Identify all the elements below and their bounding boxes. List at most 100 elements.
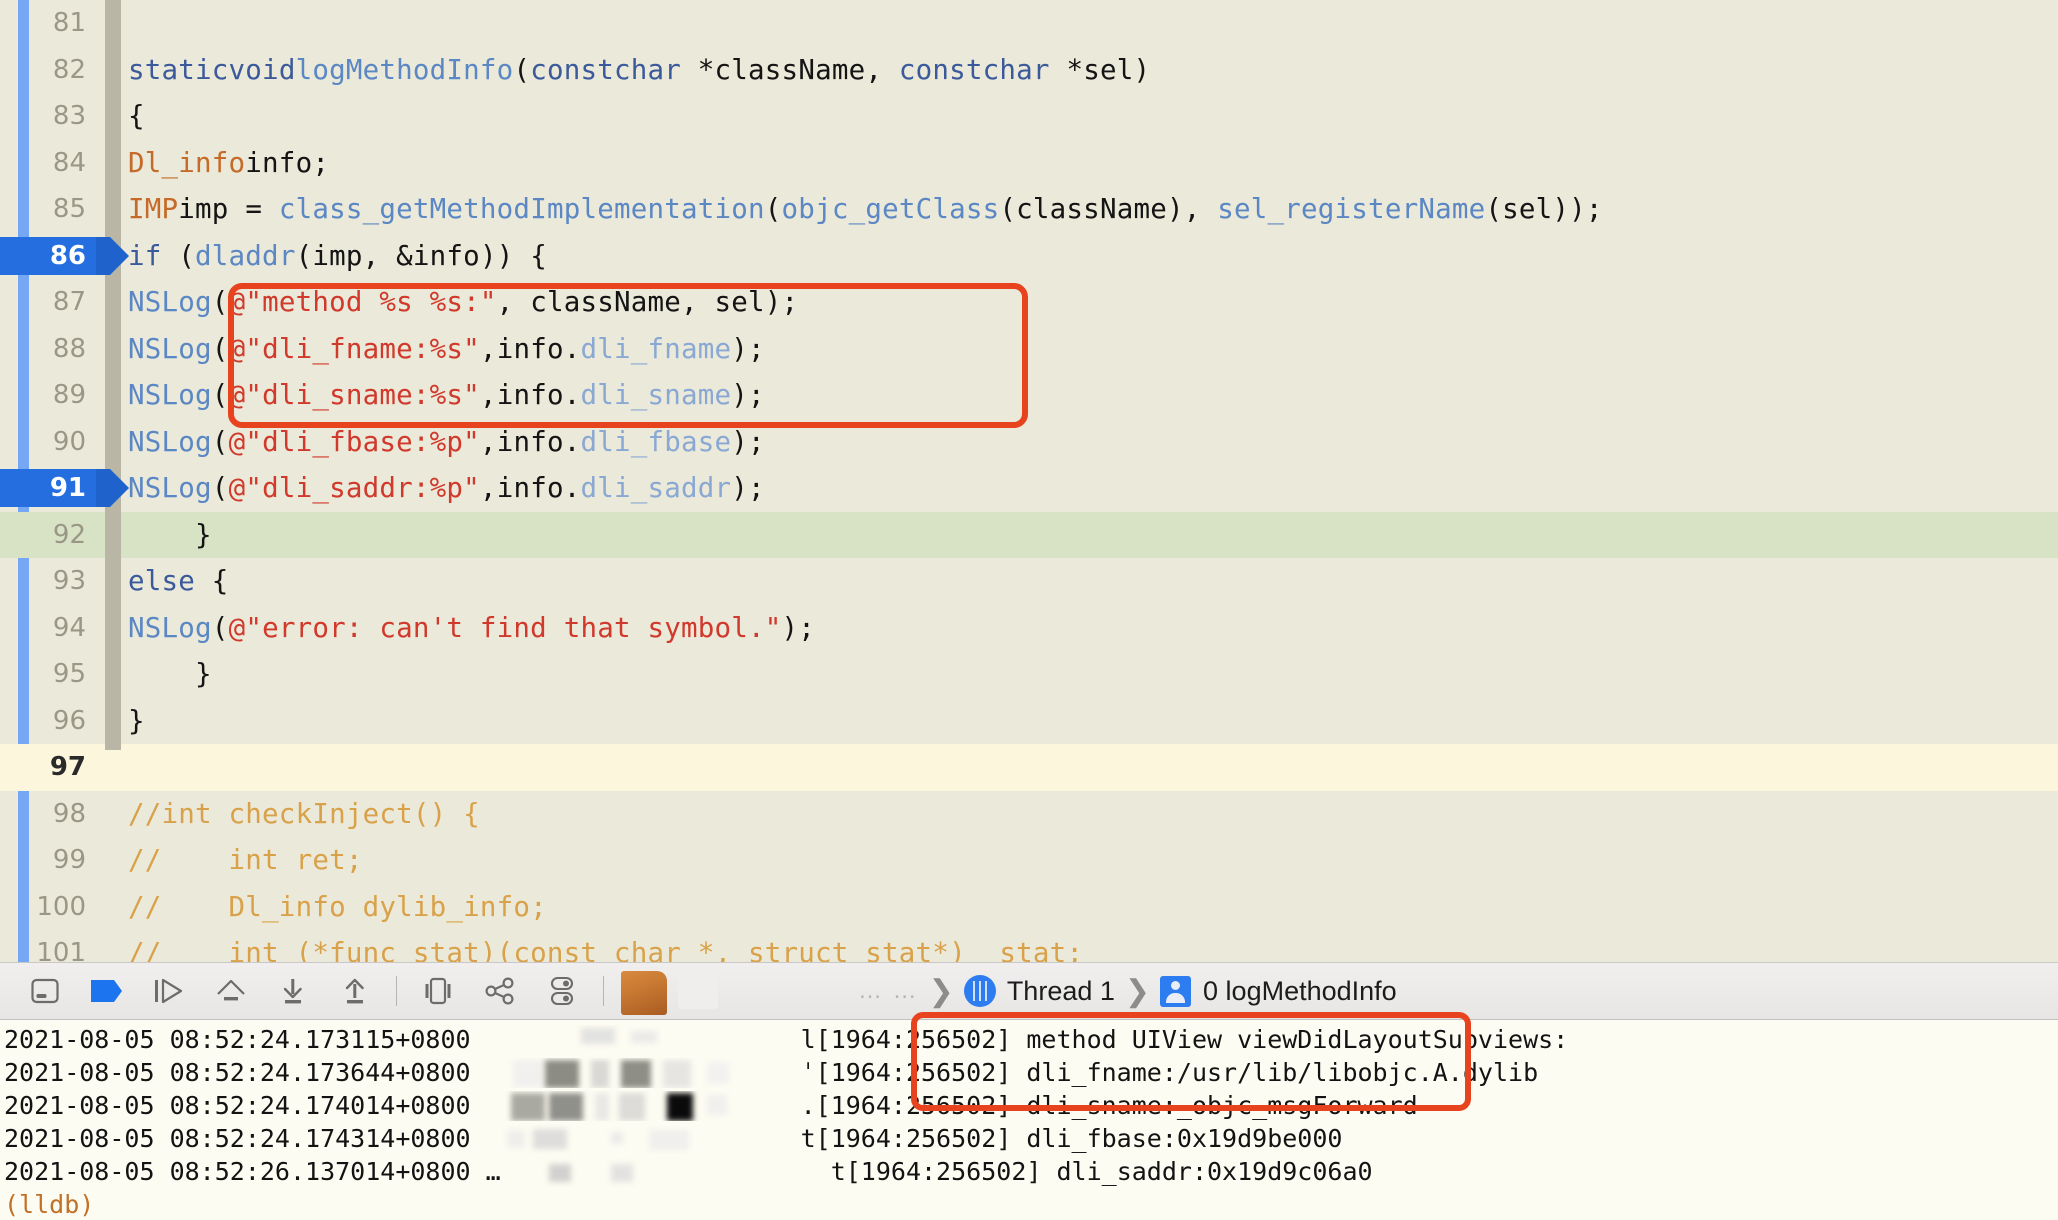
console-message: dli_saddr:0x19d9c06a0 bbox=[1056, 1157, 1372, 1186]
step-over-button[interactable] bbox=[200, 965, 262, 1017]
step-into-icon bbox=[276, 976, 310, 1006]
code-text: if (dladdr(imp, &info)) { bbox=[128, 233, 547, 280]
line-number[interactable]: 87 bbox=[0, 279, 100, 326]
code-text: static void logMethodInfo(const char *cl… bbox=[128, 47, 1150, 94]
code-line[interactable]: 99 // int ret; bbox=[0, 837, 2058, 884]
code-line[interactable]: 93 else { bbox=[0, 558, 2058, 605]
console-timestamp: 2021-08-05 08:52:24.173115+0800 bbox=[4, 1025, 471, 1054]
code-line[interactable]: 83 { bbox=[0, 93, 2058, 140]
debug-bar[interactable]: … … ❯ Thread 1 ❯ 0 logMethodInfo bbox=[0, 962, 2058, 1020]
thread-icon bbox=[964, 975, 996, 1007]
line-number[interactable]: 100 bbox=[0, 884, 100, 931]
code-text: // int ret; bbox=[128, 837, 363, 884]
line-number[interactable]: 82 bbox=[0, 47, 100, 94]
lldb-prompt-line[interactable]: (lldb) bbox=[0, 1188, 2058, 1220]
code-line[interactable]: 92 } bbox=[0, 512, 2058, 559]
line-number[interactable]: 89 bbox=[0, 372, 100, 419]
line-number[interactable]: 90 bbox=[0, 419, 100, 466]
code-text: { bbox=[128, 93, 145, 140]
console-message: dli_sname:_objc_msgForward bbox=[1026, 1091, 1417, 1120]
code-line[interactable]: 97 bbox=[0, 744, 2058, 791]
code-text: Dl_info info; bbox=[128, 140, 329, 187]
console-message: method UIView viewDidLayoutSubviews: bbox=[1026, 1025, 1568, 1054]
step-out-button[interactable] bbox=[324, 965, 386, 1017]
breadcrumb-frame-label[interactable]: 0 logMethodInfo bbox=[1203, 976, 1397, 1007]
line-number[interactable]: 88 bbox=[0, 326, 100, 373]
xcode-debug-window: 8182 static void logMethodInfo(const char… bbox=[0, 0, 2058, 1220]
code-line[interactable]: 85 IMP imp = class_getMethodImplementati… bbox=[0, 186, 2058, 233]
console-pid: .[1964:256502] bbox=[801, 1091, 1027, 1120]
console-line[interactable]: 2021-08-05 08:52:24.173115+0800 l[1964:25… bbox=[0, 1023, 2058, 1056]
breadcrumb-ellipsis: … … bbox=[858, 977, 919, 1005]
line-number[interactable]: 101 bbox=[0, 930, 100, 962]
line-number[interactable]: 94 bbox=[0, 605, 100, 652]
breadcrumb-thread-label[interactable]: Thread 1 bbox=[1007, 976, 1115, 1007]
code-line[interactable]: 86 if (dladdr(imp, &info)) { bbox=[0, 233, 2058, 280]
line-number[interactable]: 93 bbox=[0, 558, 100, 605]
line-number[interactable]: 99 bbox=[0, 837, 100, 884]
line-number[interactable]: 86 bbox=[0, 233, 100, 280]
code-text: NSLog(@"error: can't find that symbol.")… bbox=[128, 605, 815, 652]
code-text: } bbox=[128, 698, 145, 745]
line-number[interactable]: 96 bbox=[0, 698, 100, 745]
code-fold-ribbon[interactable] bbox=[105, 0, 121, 750]
code-text: NSLog(@"method %s %s:", className, sel); bbox=[128, 279, 798, 326]
console-output[interactable]: 2021-08-05 08:52:24.173115+0800 l[1964:25… bbox=[0, 1023, 2058, 1188]
toggles-icon bbox=[547, 975, 577, 1007]
console-timestamp: 2021-08-05 08:52:26.137014+0800 … bbox=[4, 1157, 501, 1186]
debug-preview-thumbnail[interactable] bbox=[618, 967, 670, 1015]
line-number[interactable]: 91 bbox=[0, 465, 100, 512]
console-line[interactable]: 2021-08-05 08:52:24.174014+0800 .[1964:25… bbox=[0, 1089, 2058, 1122]
code-line[interactable]: 96} bbox=[0, 698, 2058, 745]
debug-controls[interactable] bbox=[0, 965, 718, 1017]
console-pid: t[1964:256502] bbox=[831, 1157, 1057, 1186]
code-line[interactable]: 94 NSLog(@"error: can't find that symbol… bbox=[0, 605, 2058, 652]
line-number[interactable]: 84 bbox=[0, 140, 100, 187]
console-timestamp: 2021-08-05 08:52:24.174014+0800 bbox=[4, 1091, 471, 1120]
code-line[interactable]: 89 NSLog(@"dli_sname:%s",info.dli_sname)… bbox=[0, 372, 2058, 419]
code-lines-container[interactable]: 8182 static void logMethodInfo(const char… bbox=[0, 0, 2058, 962]
code-line[interactable]: 95 } bbox=[0, 651, 2058, 698]
breadcrumb[interactable]: … … ❯ Thread 1 ❯ 0 logMethodInfo bbox=[858, 974, 1397, 1009]
step-into-button[interactable] bbox=[262, 965, 324, 1017]
line-number[interactable]: 98 bbox=[0, 791, 100, 838]
source-editor[interactable]: 8182 static void logMethodInfo(const char… bbox=[0, 0, 2058, 962]
line-number[interactable]: 97 bbox=[0, 744, 100, 791]
code-line[interactable]: 98//int checkInject() { bbox=[0, 791, 2058, 838]
continue-button[interactable] bbox=[138, 965, 200, 1017]
console-pid: l[1964:256502] bbox=[801, 1025, 1027, 1054]
code-text: // Dl_info dylib_info; bbox=[128, 884, 547, 931]
code-line[interactable]: 88 NSLog(@"dli_fname:%s",info.dli_fname)… bbox=[0, 326, 2058, 373]
debug-view-hierarchy-button[interactable] bbox=[407, 965, 469, 1017]
console-line[interactable]: 2021-08-05 08:52:24.174314+0800t[1964:25… bbox=[0, 1122, 2058, 1155]
stack-frame-icon bbox=[1160, 976, 1191, 1007]
code-line[interactable]: 90 NSLog(@"dli_fbase:%p",info.dli_fbase)… bbox=[0, 419, 2058, 466]
console-message: dli_fbase:0x19d9be000 bbox=[1026, 1124, 1342, 1153]
hide-debug-area-button[interactable] bbox=[14, 965, 76, 1017]
toolbar-divider bbox=[396, 976, 397, 1006]
deactivate-breakpoints-button[interactable] bbox=[76, 965, 138, 1017]
line-number[interactable]: 83 bbox=[0, 93, 100, 140]
console-timestamp: 2021-08-05 08:52:24.173644+0800 bbox=[4, 1058, 471, 1087]
console-pid: t[1964:256502] bbox=[801, 1124, 1027, 1153]
code-line[interactable]: 81 bbox=[0, 0, 2058, 47]
line-number[interactable]: 92 bbox=[0, 512, 100, 559]
console-line[interactable]: 2021-08-05 08:52:26.137014+0800 … t[1964:… bbox=[0, 1155, 2058, 1188]
continue-icon bbox=[152, 977, 186, 1005]
code-line[interactable]: 100 // Dl_info dylib_info; bbox=[0, 884, 2058, 931]
debug-console[interactable]: 2021-08-05 08:52:24.173115+0800 l[1964:25… bbox=[0, 1020, 2058, 1220]
code-line[interactable]: 91 NSLog(@"dli_saddr:%p",info.dli_saddr)… bbox=[0, 465, 2058, 512]
debug-memory-graph-button[interactable] bbox=[469, 965, 531, 1017]
line-number[interactable]: 95 bbox=[0, 651, 100, 698]
redacted-process-name bbox=[471, 1058, 801, 1088]
redacted-process-name bbox=[471, 1124, 801, 1154]
simulate-location-button[interactable] bbox=[531, 965, 593, 1017]
code-text: } bbox=[128, 512, 212, 559]
code-line[interactable]: 101// int (*func_stat)(const char *, str… bbox=[0, 930, 2058, 962]
code-line[interactable]: 82 static void logMethodInfo(const char *… bbox=[0, 47, 2058, 94]
line-number[interactable]: 81 bbox=[0, 0, 100, 47]
code-line[interactable]: 87 NSLog(@"method %s %s:", className, se… bbox=[0, 279, 2058, 326]
line-number[interactable]: 85 bbox=[0, 186, 100, 233]
console-line[interactable]: 2021-08-05 08:52:24.173644+0800ˈ[1964:25… bbox=[0, 1056, 2058, 1089]
code-line[interactable]: 84 Dl_info info; bbox=[0, 140, 2058, 187]
